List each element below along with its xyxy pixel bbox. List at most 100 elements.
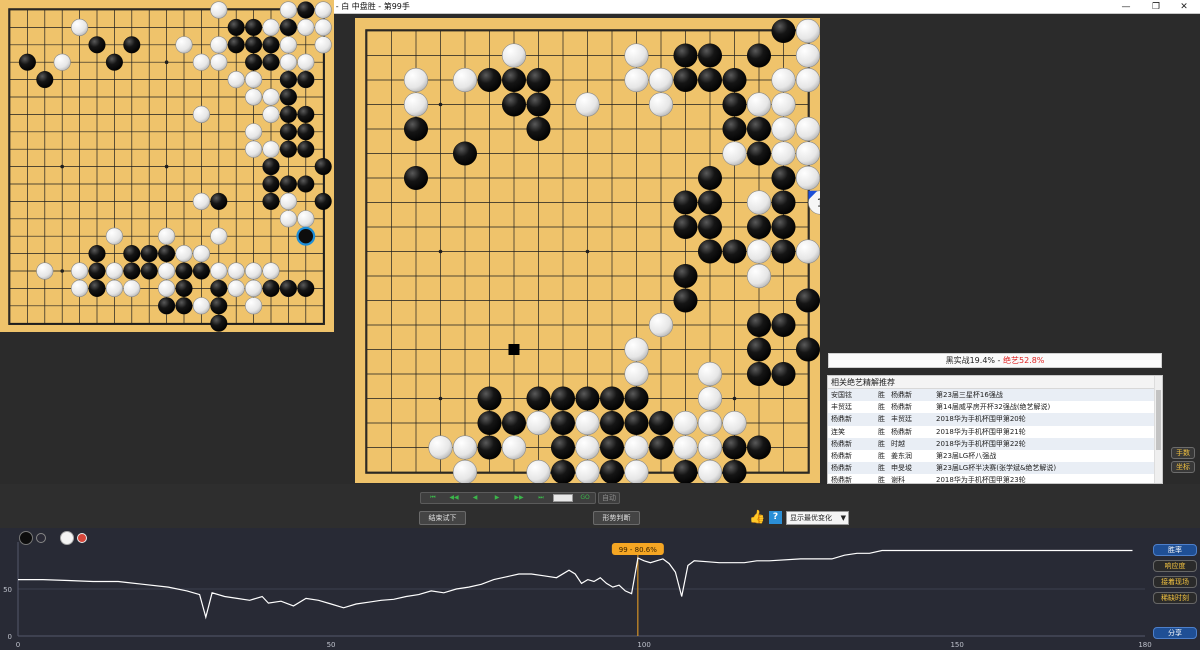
- white-stone[interactable]: [673, 410, 698, 436]
- black-stone[interactable]: [722, 435, 747, 460]
- black-stone[interactable]: [123, 36, 141, 54]
- help-icon[interactable]: ?: [769, 511, 782, 524]
- tab-winrate[interactable]: 胜率: [1153, 544, 1197, 556]
- white-stone[interactable]: [70, 279, 89, 298]
- black-stone[interactable]: [140, 245, 158, 263]
- black-stone[interactable]: [123, 245, 141, 263]
- black-stone[interactable]: [477, 435, 502, 460]
- white-stone[interactable]: [297, 53, 315, 71]
- analysis-board-grid[interactable]: [0, 0, 334, 332]
- black-stone[interactable]: [747, 214, 772, 239]
- white-stone[interactable]: [175, 245, 193, 263]
- white-stone[interactable]: [403, 67, 429, 93]
- black-stone[interactable]: [550, 411, 575, 436]
- white-stone[interactable]: [192, 297, 210, 315]
- white-stone[interactable]: [624, 43, 649, 68]
- white-stone[interactable]: [722, 141, 747, 166]
- white-stone[interactable]: [575, 435, 600, 460]
- white-stone[interactable]: [697, 361, 723, 387]
- black-stone[interactable]: [140, 262, 158, 280]
- black-stone[interactable]: [673, 43, 698, 68]
- list-item[interactable]: 连笑 胜杨鼎新 2018华为手机杯围甲第21轮: [828, 426, 1162, 438]
- thumbs-up-icon[interactable]: 👍: [749, 510, 765, 525]
- back-ten-button[interactable]: ◀◀: [444, 493, 464, 503]
- forward-one-button[interactable]: ▶: [487, 493, 507, 503]
- coordinates-tab[interactable]: 坐标: [1171, 461, 1195, 473]
- black-stone[interactable]: [747, 116, 772, 141]
- white-stone[interactable]: [771, 92, 796, 117]
- white-stone[interactable]: [526, 410, 551, 436]
- black-stone[interactable]: [297, 123, 315, 141]
- black-stone[interactable]: [262, 192, 280, 210]
- black-stone[interactable]: [771, 362, 796, 387]
- black-stone[interactable]: [279, 140, 297, 158]
- auto-play-button[interactable]: 自动: [598, 492, 620, 504]
- white-stone[interactable]: [210, 227, 228, 245]
- white-stone[interactable]: [648, 67, 674, 93]
- white-stone[interactable]: [575, 410, 600, 436]
- white-player-toggle[interactable]: [77, 533, 87, 543]
- black-stone[interactable]: [698, 190, 723, 215]
- white-stone[interactable]: [795, 116, 820, 142]
- white-stone[interactable]: [624, 337, 649, 362]
- white-stone[interactable]: [123, 279, 141, 298]
- white-stone[interactable]: [795, 18, 820, 44]
- white-stone[interactable]: [403, 92, 429, 117]
- white-stone[interactable]: [245, 140, 263, 158]
- black-stone[interactable]: [599, 386, 624, 411]
- white-stone[interactable]: [314, 1, 332, 19]
- black-stone[interactable]: [673, 214, 698, 239]
- black-stone[interactable]: [599, 435, 624, 460]
- white-stone[interactable]: [192, 53, 210, 71]
- black-stone[interactable]: [210, 279, 228, 297]
- black-stone[interactable]: [673, 190, 698, 215]
- white-stone[interactable]: [70, 262, 89, 280]
- white-stone[interactable]: [314, 36, 332, 54]
- white-stone[interactable]: [697, 435, 723, 460]
- white-stone[interactable]: [175, 36, 193, 54]
- black-stone[interactable]: [501, 411, 526, 436]
- main-board-grid[interactable]: 1: [355, 18, 820, 483]
- black-stone[interactable]: [245, 36, 263, 54]
- first-move-button[interactable]: ⏮: [423, 493, 443, 503]
- black-stone[interactable]: [722, 68, 747, 93]
- black-stone[interactable]: [88, 36, 106, 54]
- white-stone[interactable]: [279, 192, 298, 210]
- black-stone[interactable]: [771, 18, 796, 44]
- position-judge-button[interactable]: 形势判断: [593, 511, 640, 525]
- black-stone[interactable]: [245, 18, 263, 36]
- white-stone[interactable]: [210, 262, 228, 280]
- white-stone[interactable]: [648, 92, 674, 117]
- black-stone[interactable]: [722, 460, 747, 483]
- tab-live[interactable]: 接着现场: [1153, 576, 1197, 588]
- black-stone[interactable]: [123, 262, 141, 280]
- white-stone[interactable]: [262, 18, 280, 36]
- black-stone[interactable]: [698, 214, 723, 239]
- black-stone[interactable]: [747, 43, 772, 68]
- black-stone[interactable]: [771, 190, 796, 215]
- white-stone[interactable]: [279, 210, 298, 228]
- black-stone[interactable]: [227, 18, 245, 36]
- white-stone[interactable]: [279, 36, 298, 54]
- black-stone[interactable]: [404, 116, 429, 141]
- main-go-board[interactable]: 1: [355, 18, 820, 483]
- white-stone[interactable]: [526, 459, 551, 483]
- close-button[interactable]: ✕: [1170, 0, 1198, 14]
- tab-rare-moments[interactable]: 稀缺时刻: [1153, 592, 1197, 604]
- black-stone[interactable]: [624, 411, 649, 436]
- minimize-button[interactable]: —: [1112, 0, 1140, 14]
- black-stone[interactable]: [501, 92, 526, 117]
- black-stone[interactable]: [673, 68, 698, 93]
- black-stone[interactable]: [262, 175, 280, 193]
- white-stone[interactable]: [210, 53, 228, 71]
- black-stone[interactable]: [771, 165, 796, 190]
- list-item[interactable]: 杨鼎新 胜丰贸廷 2018华为手机杯围甲第20轮: [828, 413, 1162, 426]
- white-stone[interactable]: [795, 141, 820, 166]
- white-stone[interactable]: [158, 262, 176, 280]
- black-stone[interactable]: [297, 175, 315, 193]
- black-stone[interactable]: [600, 460, 624, 483]
- recommendations-scrollbar[interactable]: [1154, 376, 1162, 483]
- white-stone[interactable]: [697, 459, 723, 483]
- white-stone[interactable]: [624, 67, 649, 93]
- black-stone[interactable]: [526, 92, 551, 117]
